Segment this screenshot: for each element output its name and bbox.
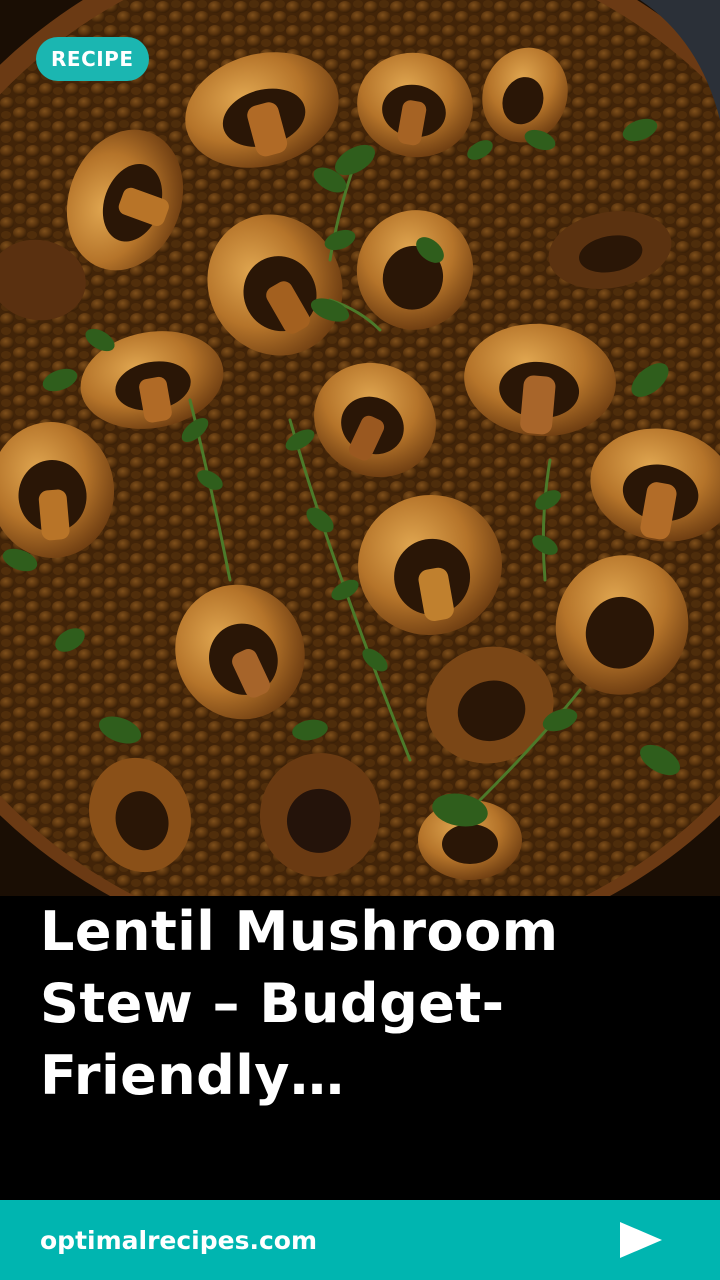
recipe-badge: RECIPE [36, 37, 149, 81]
site-link[interactable]: optimalrecipes.com [40, 1200, 317, 1280]
hero-image: RECIPE [0, 0, 720, 896]
story-title: Lentil Mushroom Stew – Budget-Friendly… [40, 900, 559, 1107]
footer-bar[interactable]: optimalrecipes.com [0, 1200, 720, 1280]
stew-illustration [0, 0, 720, 896]
title-section: Lentil Mushroom Stew – Budget-Friendly… [0, 896, 720, 1200]
play-arrow-icon[interactable] [618, 1220, 664, 1260]
web-story-page: RECIPE Lentil Mushroom Stew – Budget-Fri… [0, 0, 720, 1280]
